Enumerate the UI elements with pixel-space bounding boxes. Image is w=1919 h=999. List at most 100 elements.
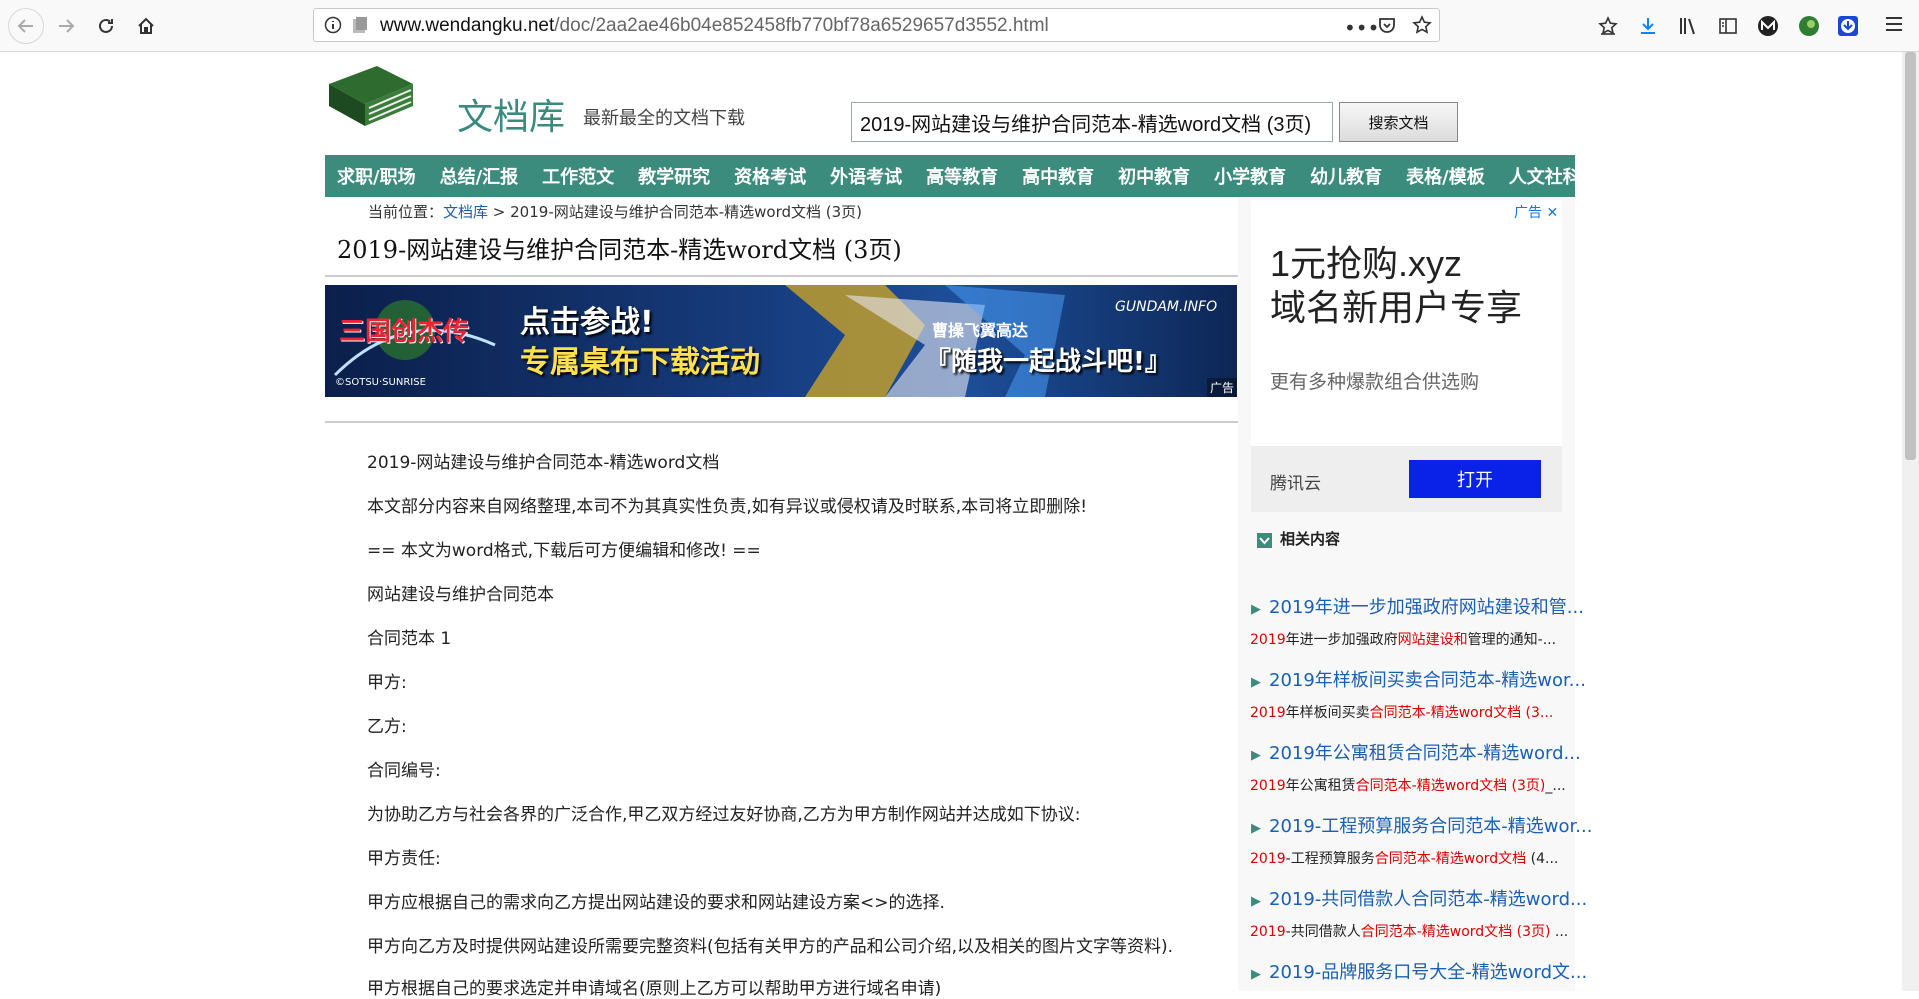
search-input[interactable] xyxy=(851,102,1333,142)
content-paragraph: 合同范本 1 xyxy=(367,629,452,649)
nav-item[interactable]: 幼儿教育 xyxy=(1310,163,1394,189)
snippet-text: -工程预算服务 xyxy=(1285,851,1375,867)
extension-download-icon[interactable] xyxy=(1836,14,1860,38)
snippet-highlight: 合同范本-精选word文档 (3... xyxy=(1369,705,1554,721)
related-title-text: 2019年样板间买卖合同范本-精选wor... xyxy=(1269,670,1586,691)
related-item-snippet: 2019年样板间买卖合同范本-精选word文档 (3... xyxy=(1250,702,1553,722)
content-paragraph: 合同编号: xyxy=(367,761,441,781)
back-button[interactable] xyxy=(8,8,44,44)
related-item-title[interactable]: ▶ 2019年样板间买卖合同范本-精选wor... xyxy=(1251,666,1586,692)
snippet-highlight: 2019 xyxy=(1250,632,1286,648)
page-scrollbar[interactable] xyxy=(1902,52,1919,991)
nav-item[interactable]: 初中教育 xyxy=(1118,163,1202,189)
nav-item[interactable]: 高中教育 xyxy=(1022,163,1106,189)
snippet-text: 年公寓租赁 xyxy=(1285,778,1356,794)
menu-icon[interactable] xyxy=(1884,14,1904,34)
home-button[interactable] xyxy=(130,10,162,42)
sidebar-ad-tag[interactable]: 广告 ✕ xyxy=(1514,202,1558,222)
snippet-text: _... xyxy=(1545,778,1566,794)
pocket-icon[interactable] xyxy=(1378,16,1396,34)
banner-copyright: ©SOTSU·SUNRISE xyxy=(335,377,426,388)
forward-arrow-icon xyxy=(59,19,75,33)
banner-ad[interactable]: 三国创杰传 点击参战! 专属桌布下载活动 曹操飞翼高达 『随我一起战斗吧!』 G… xyxy=(325,285,1237,397)
breadcrumb-home-link[interactable]: 文档库 xyxy=(443,203,488,221)
related-item-title[interactable]: ▶ 2019-工程预算服务合同范本-精选wor... xyxy=(1251,812,1592,838)
related-item-title[interactable]: ▶ 2019-品牌服务口号大全-精选word文... xyxy=(1251,958,1587,984)
bullet-arrow-icon: ▶ xyxy=(1251,748,1261,763)
banner-line3: 曹操飞翼高达 xyxy=(932,321,1029,340)
ad-headline-line1: 1元抢购.xyz xyxy=(1270,243,1463,284)
nav-item[interactable]: 小学教育 xyxy=(1214,163,1298,189)
snippet-text: 年样板间买卖 xyxy=(1285,705,1370,721)
bullet-arrow-icon: ▶ xyxy=(1251,675,1261,690)
banner-logo-text: 三国创杰传 xyxy=(339,317,470,347)
content-paragraph: 甲方应根据自己的需求向乙方提出网站建设的要求和网站建设方案<>的选择. xyxy=(367,893,945,913)
reload-icon xyxy=(99,18,113,33)
nav-item[interactable]: 人文社科 xyxy=(1509,163,1593,189)
snippet-highlight: 网站建设和 xyxy=(1397,632,1468,648)
content-paragraph: 为协助乙方与社会各界的广泛合作,甲乙双方经过友好协商,乙方为甲方制作网站并达成如… xyxy=(367,805,1081,825)
library-icon[interactable] xyxy=(1678,16,1700,36)
related-item-snippet: 2019-共同借款人合同范本-精选word文档 (3页) ... xyxy=(1250,921,1568,941)
nav-item[interactable]: 教学研究 xyxy=(638,163,722,189)
browser-toolbar: www.wendangku.net/doc/2aa2ae46b04e852458… xyxy=(0,0,1919,52)
sidebar-icon[interactable] xyxy=(1718,16,1738,36)
nav-item[interactable]: 外语考试 xyxy=(830,163,914,189)
more-actions-icon[interactable]: ••• xyxy=(1344,16,1379,40)
related-title-text: 2019-工程预算服务合同范本-精选wor... xyxy=(1269,816,1593,837)
content-paragraph: 本文部分内容来自网络整理,本司不为其真实性负责,如有异议或侵权请及时联系,本司将… xyxy=(367,497,1088,517)
site-title[interactable]: 文档库 xyxy=(457,88,565,140)
breadcrumb-prefix: 当前位置： xyxy=(368,203,444,221)
snippet-highlight: 2019 xyxy=(1250,924,1286,940)
chevron-down-icon xyxy=(1257,533,1272,548)
url-host: www.wendangku.net xyxy=(380,15,555,36)
url-text[interactable]: www.wendangku.net/doc/2aa2ae46b04e852458… xyxy=(380,15,1049,37)
ad-open-button[interactable]: 打开 xyxy=(1409,460,1541,498)
related-item-title[interactable]: ▶ 2019年公寓租赁合同范本-精选word... xyxy=(1251,739,1581,765)
url-bar[interactable]: www.wendangku.net/doc/2aa2ae46b04e852458… xyxy=(313,8,1440,42)
ad-brand: 腾讯云 xyxy=(1270,474,1321,494)
ad-headline: 1元抢购.xyz 域名新用户专享 xyxy=(1270,242,1522,330)
extension-m-icon[interactable] xyxy=(1756,14,1780,38)
info-icon[interactable] xyxy=(324,16,342,34)
content-paragraph: 甲方根据自己的要求选定并申请域名(原则上乙方可以帮助甲方进行域名申请) xyxy=(367,979,942,999)
breadcrumb-current: 2019-网站建设与维护合同范本-精选word文档 (3页) xyxy=(510,203,863,221)
content-paragraph: 网站建设与维护合同范本 xyxy=(367,585,554,605)
snippet-highlight: 2019 xyxy=(1250,778,1286,794)
content-paragraph: 乙方: xyxy=(367,717,407,737)
related-item-snippet: 2019年进一步加强政府网站建设和管理的通知-... xyxy=(1250,629,1556,649)
reload-button[interactable] xyxy=(90,10,122,42)
divider xyxy=(325,421,1238,423)
reading-list-icon[interactable] xyxy=(1598,16,1618,36)
site-logo[interactable] xyxy=(325,64,415,128)
related-title-text: 2019年进一步加强政府网站建设和管... xyxy=(1269,597,1584,618)
snippet-text: -共同借款人 xyxy=(1285,924,1361,940)
bookmark-star-icon[interactable] xyxy=(1412,15,1432,35)
url-path: /doc/2aa2ae46b04e852458fb770bf78a6529657… xyxy=(554,15,1049,36)
nav-item[interactable]: 资格考试 xyxy=(734,163,818,189)
forward-button[interactable] xyxy=(50,10,82,42)
related-item-title[interactable]: ▶ 2019-共同借款人合同范本-精选word... xyxy=(1251,885,1587,911)
related-item-title[interactable]: ▶ 2019年进一步加强政府网站建设和管... xyxy=(1251,593,1584,619)
nav-item[interactable]: 高等教育 xyxy=(926,163,1010,189)
snippet-text: 管理的通知-... xyxy=(1467,632,1557,648)
breadcrumb: 当前位置：文档库 > 2019-网站建设与维护合同范本-精选word文档 (3页… xyxy=(368,201,862,222)
extension-green-icon[interactable] xyxy=(1797,14,1821,38)
nav-item[interactable]: 求职/职场 xyxy=(337,163,428,189)
content-paragraph: 2019-网站建设与维护合同范本-精选word文档 xyxy=(367,453,720,473)
nav-item[interactable]: 表格/模板 xyxy=(1406,163,1497,189)
related-title-text: 2019-品牌服务口号大全-精选word文... xyxy=(1269,962,1588,983)
content-paragraph: 甲方责任: xyxy=(367,849,441,869)
scrollbar-thumb[interactable] xyxy=(1905,52,1916,460)
search-button[interactable]: 搜索文档 xyxy=(1339,102,1458,142)
close-icon[interactable]: ✕ xyxy=(1546,205,1558,221)
ad-headline-line2: 域名新用户专享 xyxy=(1270,287,1523,328)
banner-line2: 专属桌布下载活动 xyxy=(520,345,760,380)
download-icon[interactable] xyxy=(1638,16,1658,36)
nav-item[interactable]: 工作范文 xyxy=(542,163,626,189)
snippet-text: (4... xyxy=(1526,851,1559,867)
nav-item[interactable]: 总结/汇报 xyxy=(440,163,531,189)
content-paragraph: 甲方向乙方及时提供网站建设所需要完整资料(包括有关甲方的产品和公司介绍,以及相关… xyxy=(367,937,1174,957)
back-arrow-icon xyxy=(17,19,33,33)
breadcrumb-separator: > xyxy=(488,203,511,221)
